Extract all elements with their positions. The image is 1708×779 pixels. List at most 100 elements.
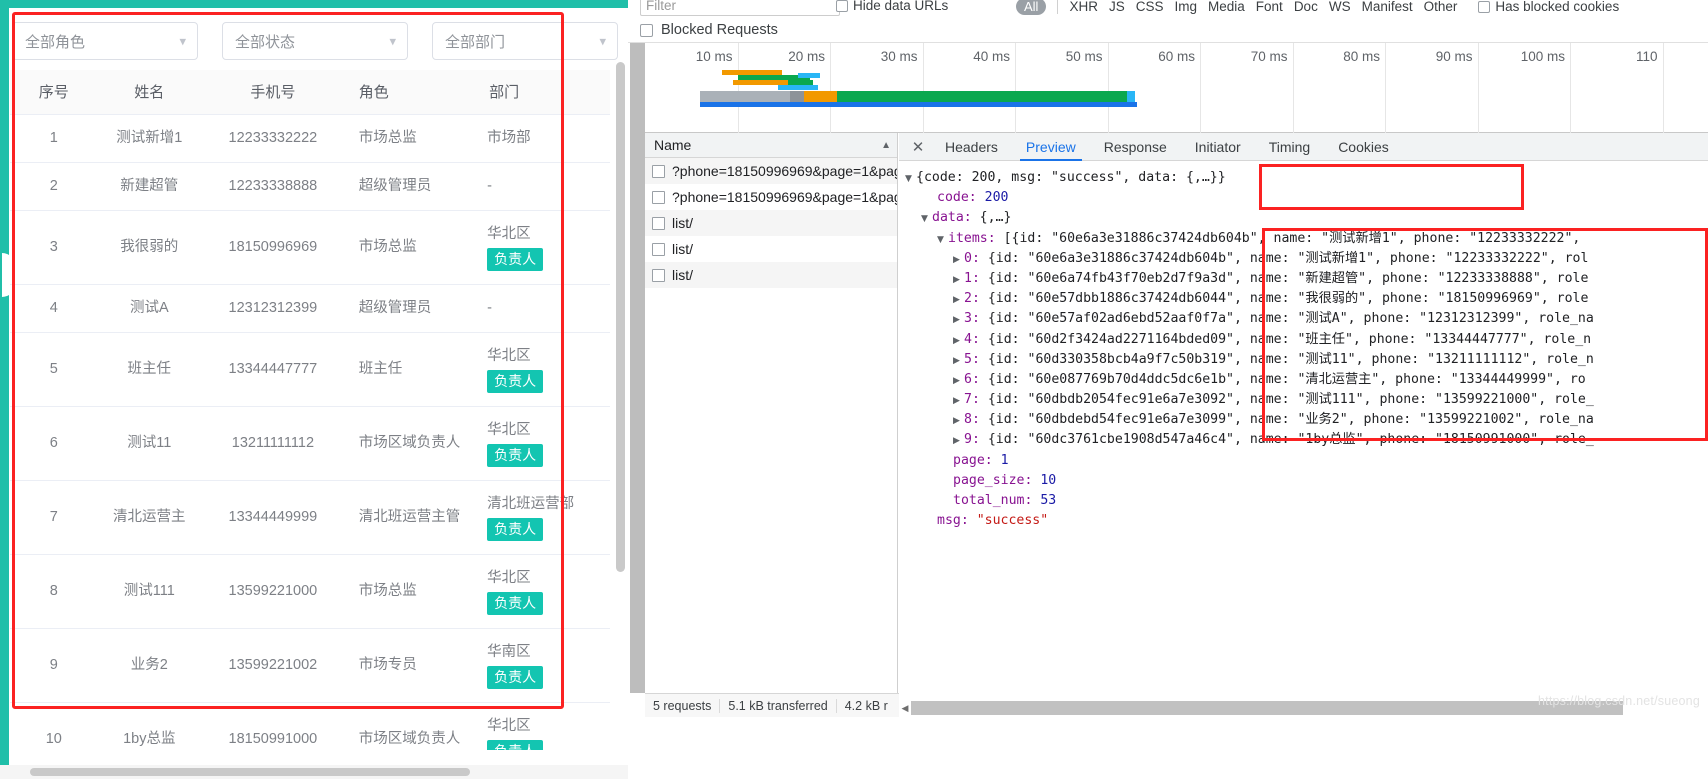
close-icon[interactable]: ✕ [905,138,931,156]
app-vertical-scrollbar[interactable] [613,62,628,702]
json-item-row[interactable]: ▶ 9: {id: "60dc3761cbe1908d547a46c4", nam… [899,430,1708,450]
triangle-collapsed-icon[interactable]: ▶ [953,431,964,451]
role-filter-select[interactable]: 全部角色 ▾ [12,22,198,60]
tab-initiator[interactable]: Initiator [1181,133,1255,161]
table-row[interactable]: 8 测试111 13599221000 市场总监 华北区 负责人 [10,554,610,629]
request-row[interactable]: ?phone=18150996969&page=1&pag.. [645,158,897,184]
filter-other-button[interactable]: Other [1424,0,1458,14]
triangle-expanded-icon[interactable]: ▼ [921,209,932,229]
blocked-requests-label: Blocked Requests [661,22,778,38]
timeline-tick: 80 ms [1343,43,1386,134]
detail-scroll-thumb[interactable] [911,701,1623,715]
timeline-tick: 30 ms [881,43,924,134]
checkbox-icon[interactable] [652,216,665,230]
triangle-expanded-icon[interactable]: ▼ [905,169,916,189]
filter-img-button[interactable]: Img [1175,0,1198,14]
cell-name: 班主任 [97,332,201,407]
json-item-row[interactable]: ▶ 0: {id: "60e6a3e31886c37424db604b", nam… [899,249,1708,269]
request-rows: ?phone=18150996969&page=1&pag.. ?phone=18… [645,158,897,288]
timeline-tick: 50 ms [1066,43,1109,134]
tab-cookies[interactable]: Cookies [1324,133,1403,161]
network-status-bar: 5 requests 5.1 kB transferred 4.2 kB r [645,693,899,717]
triangle-collapsed-icon[interactable]: ▶ [953,391,964,411]
cell-index: 6 [10,406,98,481]
request-name-column-header[interactable]: Name ▲ [645,133,897,158]
has-blocked-cookies-checkbox[interactable]: Has blocked cookies [1478,0,1619,14]
triangle-collapsed-icon[interactable]: ▶ [953,411,964,431]
triangle-collapsed-icon[interactable]: ▶ [953,351,964,371]
filter-doc-button[interactable]: Doc [1294,0,1318,14]
blocked-requests-checkbox[interactable]: Blocked Requests [640,20,778,40]
json-item-row[interactable]: ▶ 5: {id: "60d330358bcb4a9f7c50b319", nam… [899,350,1708,370]
app-vertical-scroll-thumb[interactable] [616,62,625,572]
json-item-row[interactable]: ▶ 8: {id: "60dbdebd54fec91e6a7e3099", nam… [899,410,1708,430]
table-row[interactable]: 6 测试11 13211111112 市场区域负责人 华北区 负责人 [10,406,610,481]
json-root-line[interactable]: ▼ {code: 200, msg: "success", data: {,…}} [899,168,1708,188]
app-horizontal-scroll-thumb[interactable] [30,768,470,776]
cell-phone: 13599221000 [200,554,345,629]
json-item-row[interactable]: ▶ 2: {id: "60e57dbb1886c37424db6044", nam… [899,289,1708,309]
status-filter-select[interactable]: 全部状态 ▾ [222,22,408,60]
tab-response[interactable]: Response [1090,133,1181,161]
checkbox-icon[interactable] [652,190,665,204]
request-row[interactable]: list/ [645,210,897,236]
filter-input[interactable]: Filter [640,0,840,16]
scroll-left-arrow-icon[interactable]: ◀ [899,703,911,714]
json-item-row[interactable]: ▶ 1: {id: "60e6a74fb43f70eb2d7f9a3d", nam… [899,269,1708,289]
triangle-collapsed-icon[interactable]: ▶ [953,250,964,270]
owner-badge: 负责人 [487,739,544,750]
tab-headers[interactable]: Headers [931,133,1012,161]
tab-timing[interactable]: Timing [1255,133,1325,161]
cell-index: 2 [10,162,98,211]
tab-preview[interactable]: Preview [1012,133,1090,161]
overview-bar-main-green [837,91,1127,102]
filter-all-button[interactable]: All [1016,0,1047,15]
table-row[interactable]: 1 测试新增1 12233332222 市场总监 市场部 [10,114,610,163]
triangle-collapsed-icon[interactable]: ▶ [953,270,964,290]
cell-role: 班主任 [344,332,476,407]
filter-js-button[interactable]: JS [1109,0,1125,14]
filter-media-button[interactable]: Media [1208,0,1245,14]
triangle-expanded-icon[interactable]: ▼ [937,230,948,250]
table-row[interactable]: 5 班主任 13344447777 班主任 华北区 负责人 [10,332,610,407]
json-data-key: data: [932,210,972,226]
network-toolbar: Filter Hide data URLs All XHR JS CSS Img… [628,0,1708,18]
json-item-row[interactable]: ▶ 3: {id: "60e57af02ad6ebd52aaf0f7a", nam… [899,309,1708,329]
cell-role: 市场区域负责人 [344,702,476,750]
filter-font-button[interactable]: Font [1256,0,1283,14]
hide-data-urls-checkbox[interactable]: Hide data URLs [836,0,948,13]
json-items-line[interactable]: ▼ items: [{id: "60e6a3e31886c37424db604b"… [899,229,1708,249]
request-row[interactable]: list/ [645,236,897,262]
request-row[interactable]: list/ [645,262,897,288]
table-row[interactable]: 4 测试A 12312312399 超级管理员 - [10,284,610,333]
table-row[interactable]: 101by总监18150991000市场区域负责人华北区负责人 [10,702,610,750]
checkbox-icon[interactable] [652,242,665,256]
table-row[interactable]: 9 业务2 13599221002 市场专员 华南区 负责人 [10,628,610,703]
triangle-collapsed-icon[interactable]: ▶ [953,310,964,330]
filter-css-button[interactable]: CSS [1136,0,1164,14]
json-item-row[interactable]: ▶ 4: {id: "60d2f3424ad2271164bded09", nam… [899,330,1708,350]
admin-user-list-pane: 全部角色 ▾ 全部状态 ▾ 全部部门 ▾ 序号 姓名 手机号 角色 部门 1 测… [0,0,628,779]
table-row[interactable]: 3 我很弱的 18150996969 市场总监 华北区 负责人 [10,210,610,285]
json-item-row[interactable]: ▶ 7: {id: "60dbdb2054fec91e6a7e3092", nam… [899,390,1708,410]
filter-manifest-button[interactable]: Manifest [1362,0,1413,14]
json-total-num-value: 53 [1040,493,1057,508]
table-row[interactable]: 2 新建超管 12233338888 超级管理员 - [10,162,610,211]
filter-xhr-button[interactable]: XHR [1069,0,1098,14]
json-item-index: 5: [964,351,980,367]
triangle-collapsed-icon[interactable]: ▶ [953,331,964,351]
checkbox-icon[interactable] [652,164,665,178]
filter-ws-button[interactable]: WS [1329,0,1351,14]
triangle-collapsed-icon[interactable]: ▶ [953,371,964,391]
json-item-row[interactable]: ▶ 6: {id: "60e087769b70d4ddc5dc6e1b", nam… [899,370,1708,390]
triangle-collapsed-icon[interactable]: ▶ [953,290,964,310]
dept-filter-select[interactable]: 全部部门 ▾ [432,22,618,60]
json-data-line[interactable]: ▼ data: {,…} [899,208,1708,228]
cell-index: 10 [10,702,98,750]
table-row[interactable]: 7 清北运营主 13344449999 清北班运营主管 清北班运营部 负责人 [10,480,610,555]
request-row[interactable]: ?phone=18150996969&page=1&pag... [645,184,897,210]
network-overview-timeline[interactable]: 10 ms 20 ms 30 ms 40 ms 50 ms 60 ms 70 ms 80 ms… [628,42,1708,134]
overview-bar-3-ltblue [798,73,820,78]
app-horizontal-scrollbar[interactable] [0,765,628,779]
checkbox-icon[interactable] [652,268,665,282]
